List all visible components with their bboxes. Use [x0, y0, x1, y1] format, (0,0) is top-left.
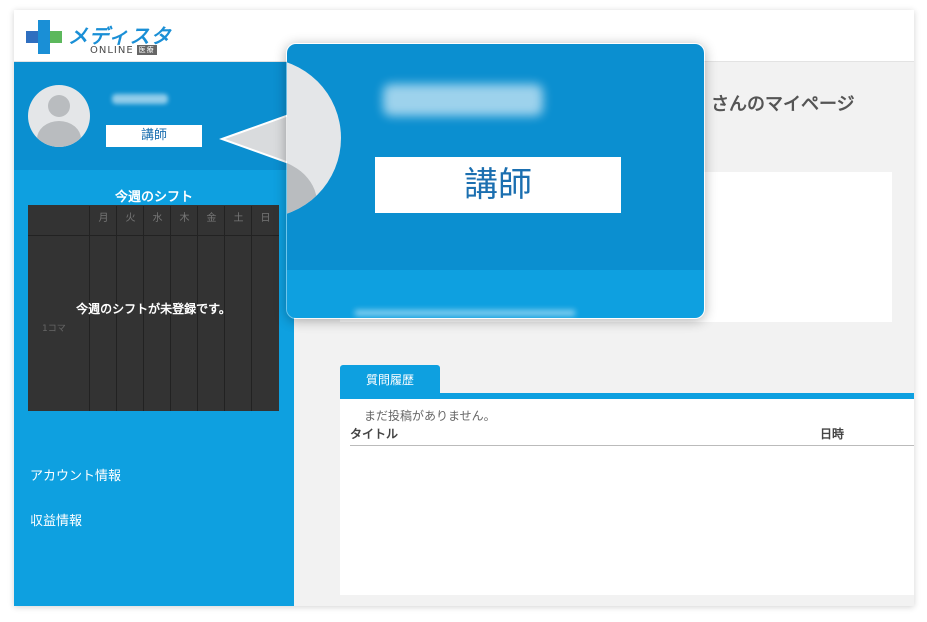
zoom-callout: 講師 [286, 43, 705, 319]
zoom-role-badge: 講師 [375, 157, 621, 213]
zoom-blurred-text [355, 310, 575, 316]
zoom-user-name-blurred [383, 84, 543, 116]
